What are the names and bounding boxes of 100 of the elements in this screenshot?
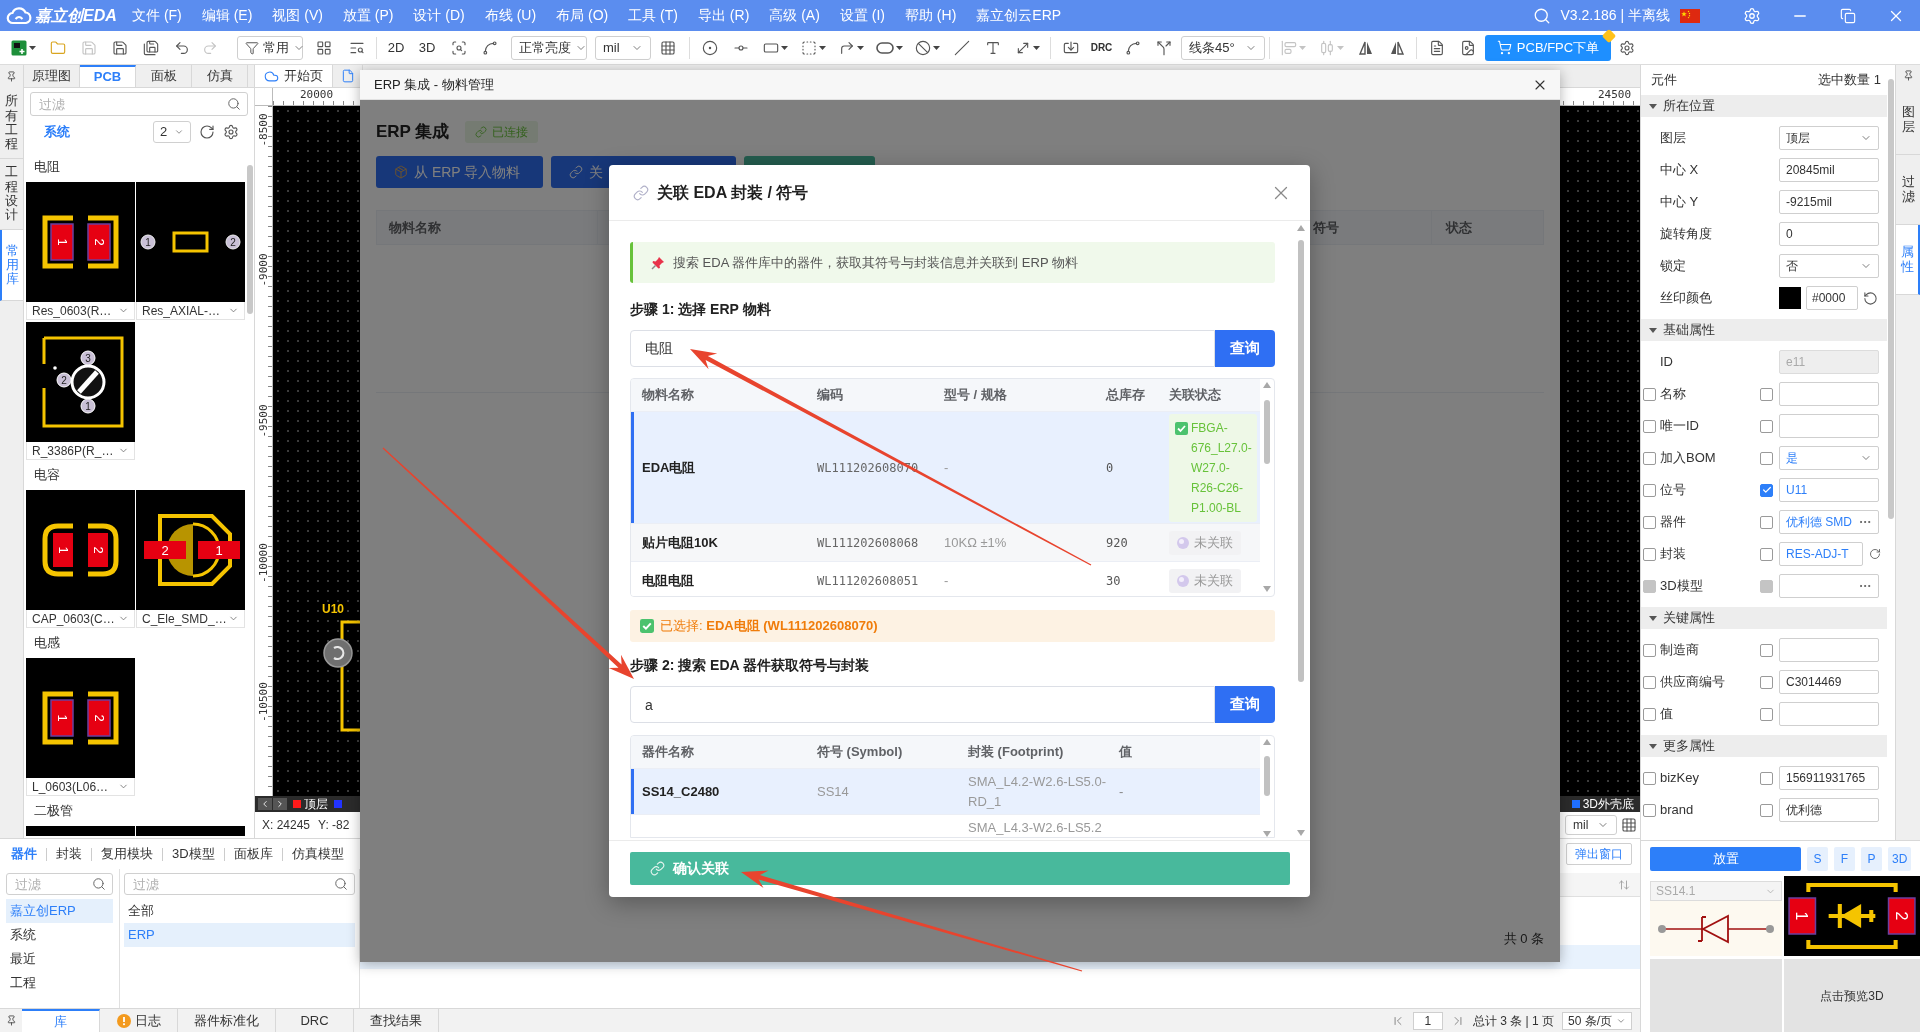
layer-tab[interactable]: 3D外壳底	[1582, 795, 1634, 813]
footprint-drawing[interactable]: 3 2 1	[26, 322, 135, 442]
text-field[interactable]: U11	[1779, 478, 1879, 502]
side-tab[interactable]: 属性	[1896, 225, 1920, 295]
expand-triangle-icon[interactable]	[1649, 614, 1657, 622]
caret-icon[interactable]	[818, 45, 826, 50]
save-icon[interactable]	[111, 39, 128, 56]
list-item[interactable]: 工程	[6, 971, 113, 995]
drc-button[interactable]: DRC	[1090, 40, 1113, 55]
tab[interactable]: 开始页	[255, 65, 333, 87]
checkbox[interactable]	[1643, 803, 1656, 817]
text-field[interactable]	[1779, 638, 1879, 662]
text-field[interactable]: RES-ADJ-T	[1779, 542, 1863, 566]
caret-icon[interactable]	[28, 45, 36, 50]
preview-3d-button[interactable]: 点击预览3D	[1784, 959, 1920, 1032]
split-arrow-icon[interactable]	[1155, 39, 1172, 56]
checkbox[interactable]	[1643, 675, 1656, 689]
section-header[interactable]: 更多属性	[1641, 735, 1887, 757]
expand-triangle-icon[interactable]	[1649, 102, 1657, 110]
checkbox[interactable]	[1760, 643, 1773, 657]
tab[interactable]: 查找结果	[354, 1009, 439, 1032]
expand-triangle-icon[interactable]	[1649, 742, 1657, 750]
text-field[interactable]: -9215mil	[1779, 190, 1879, 214]
scroll-down-icon[interactable]	[1263, 586, 1271, 592]
filter-select[interactable]: 常用	[237, 35, 303, 60]
scrollbar-thumb[interactable]	[247, 165, 253, 314]
link-icon[interactable]	[650, 861, 665, 876]
query-button[interactable]: 查询	[1215, 686, 1275, 723]
tab[interactable]: 仿真	[192, 65, 248, 87]
corner-arrow-icon[interactable]	[838, 39, 855, 56]
tab[interactable]: 器件	[2, 844, 46, 864]
page-size-select[interactable]: 50 条/页	[1562, 1011, 1632, 1030]
layer-swatch-icon[interactable]	[1571, 800, 1580, 808]
board-icon[interactable]	[10, 39, 27, 56]
dropdown[interactable]: 是	[1779, 446, 1879, 470]
prohibited-icon[interactable]	[914, 39, 931, 56]
checkbox[interactable]	[1760, 771, 1773, 785]
checkbox[interactable]	[1643, 643, 1656, 657]
grid-icon[interactable]	[660, 39, 676, 56]
list-item[interactable]: 最近	[6, 947, 113, 971]
footprint-preview-drawing[interactable]: 1 2	[1784, 876, 1920, 956]
tab[interactable]: 面板库	[224, 844, 282, 864]
caret-icon[interactable]	[895, 45, 903, 50]
filter-icon[interactable]	[245, 40, 259, 55]
scroll-up-icon[interactable]	[1297, 225, 1305, 231]
caret-icon[interactable]	[780, 45, 788, 50]
view-2d-button[interactable]: 2D	[387, 37, 405, 58]
checkbox[interactable]	[1760, 387, 1773, 401]
ring-icon[interactable]	[701, 39, 718, 56]
filter-field[interactable]: 过滤	[6, 873, 113, 895]
checkbox[interactable]	[1643, 515, 1656, 529]
list-item[interactable]: 系统	[6, 923, 113, 947]
tab[interactable]: 3D模型	[163, 844, 224, 864]
brightness-select[interactable]: 正常亮度	[511, 35, 587, 60]
checkbox[interactable]	[1760, 803, 1773, 817]
checkbox[interactable]	[1760, 483, 1773, 497]
restore-icon[interactable]	[1840, 7, 1856, 24]
unit-select[interactable]: mil	[595, 35, 651, 60]
document-icon[interactable]	[1428, 39, 1445, 56]
tab[interactable]: 库	[22, 1009, 100, 1032]
slash-icon[interactable]	[953, 39, 970, 56]
text-field[interactable]	[1779, 702, 1879, 726]
search-icon[interactable]	[1532, 6, 1551, 25]
scrollbar-thumb[interactable]	[1298, 240, 1304, 682]
tab[interactable]: PCB	[80, 65, 136, 87]
grid-icon[interactable]	[316, 39, 332, 56]
text-field[interactable]	[1779, 382, 1879, 406]
layer-tab[interactable]: 顶层	[304, 795, 328, 813]
dropdown[interactable]: 否	[1779, 254, 1879, 278]
search-field[interactable]: a	[630, 686, 1215, 723]
zoom-area-icon[interactable]	[450, 39, 467, 56]
cart-icon[interactable]	[1496, 40, 1512, 55]
tab[interactable]: 日志	[100, 1009, 178, 1032]
pin-icon[interactable]	[5, 1015, 17, 1026]
source-link[interactable]: 系统	[44, 122, 70, 142]
import-icon[interactable]	[1062, 39, 1079, 56]
flip-icon[interactable]	[1357, 39, 1374, 56]
tab[interactable]: 仿真模型	[282, 844, 353, 864]
caret-icon[interactable]	[932, 45, 940, 50]
text-field[interactable]: 156911931765	[1779, 766, 1879, 790]
caret-icon[interactable]	[856, 45, 864, 50]
layer-swatch-icon[interactable]	[293, 800, 301, 808]
footprint-drawing[interactable]: 1 2	[26, 490, 135, 610]
query-button[interactable]: 查询	[1215, 330, 1275, 367]
folder-icon[interactable]	[49, 39, 66, 56]
footprint-drawing[interactable]: 2 1	[136, 490, 245, 610]
expand-triangle-icon[interactable]	[1649, 326, 1657, 334]
checkbox[interactable]	[1643, 771, 1656, 785]
route-mode-select[interactable]: 线条45°	[1181, 35, 1265, 60]
checkbox[interactable]	[1760, 451, 1773, 465]
grid-icon[interactable]	[1621, 817, 1637, 833]
image-file-icon[interactable]	[1459, 39, 1476, 56]
tab[interactable]: 复用模块	[92, 844, 162, 864]
text-tool-icon[interactable]	[984, 39, 1001, 56]
text-field[interactable]: C3014469	[1779, 670, 1879, 694]
place-button[interactable]: 放置	[1650, 847, 1801, 871]
scroll-up-icon[interactable]	[1263, 739, 1271, 745]
side-tab[interactable]: 所有工程	[0, 88, 23, 159]
tab[interactable]: 封装	[47, 844, 91, 864]
checkbox[interactable]	[1643, 451, 1656, 465]
